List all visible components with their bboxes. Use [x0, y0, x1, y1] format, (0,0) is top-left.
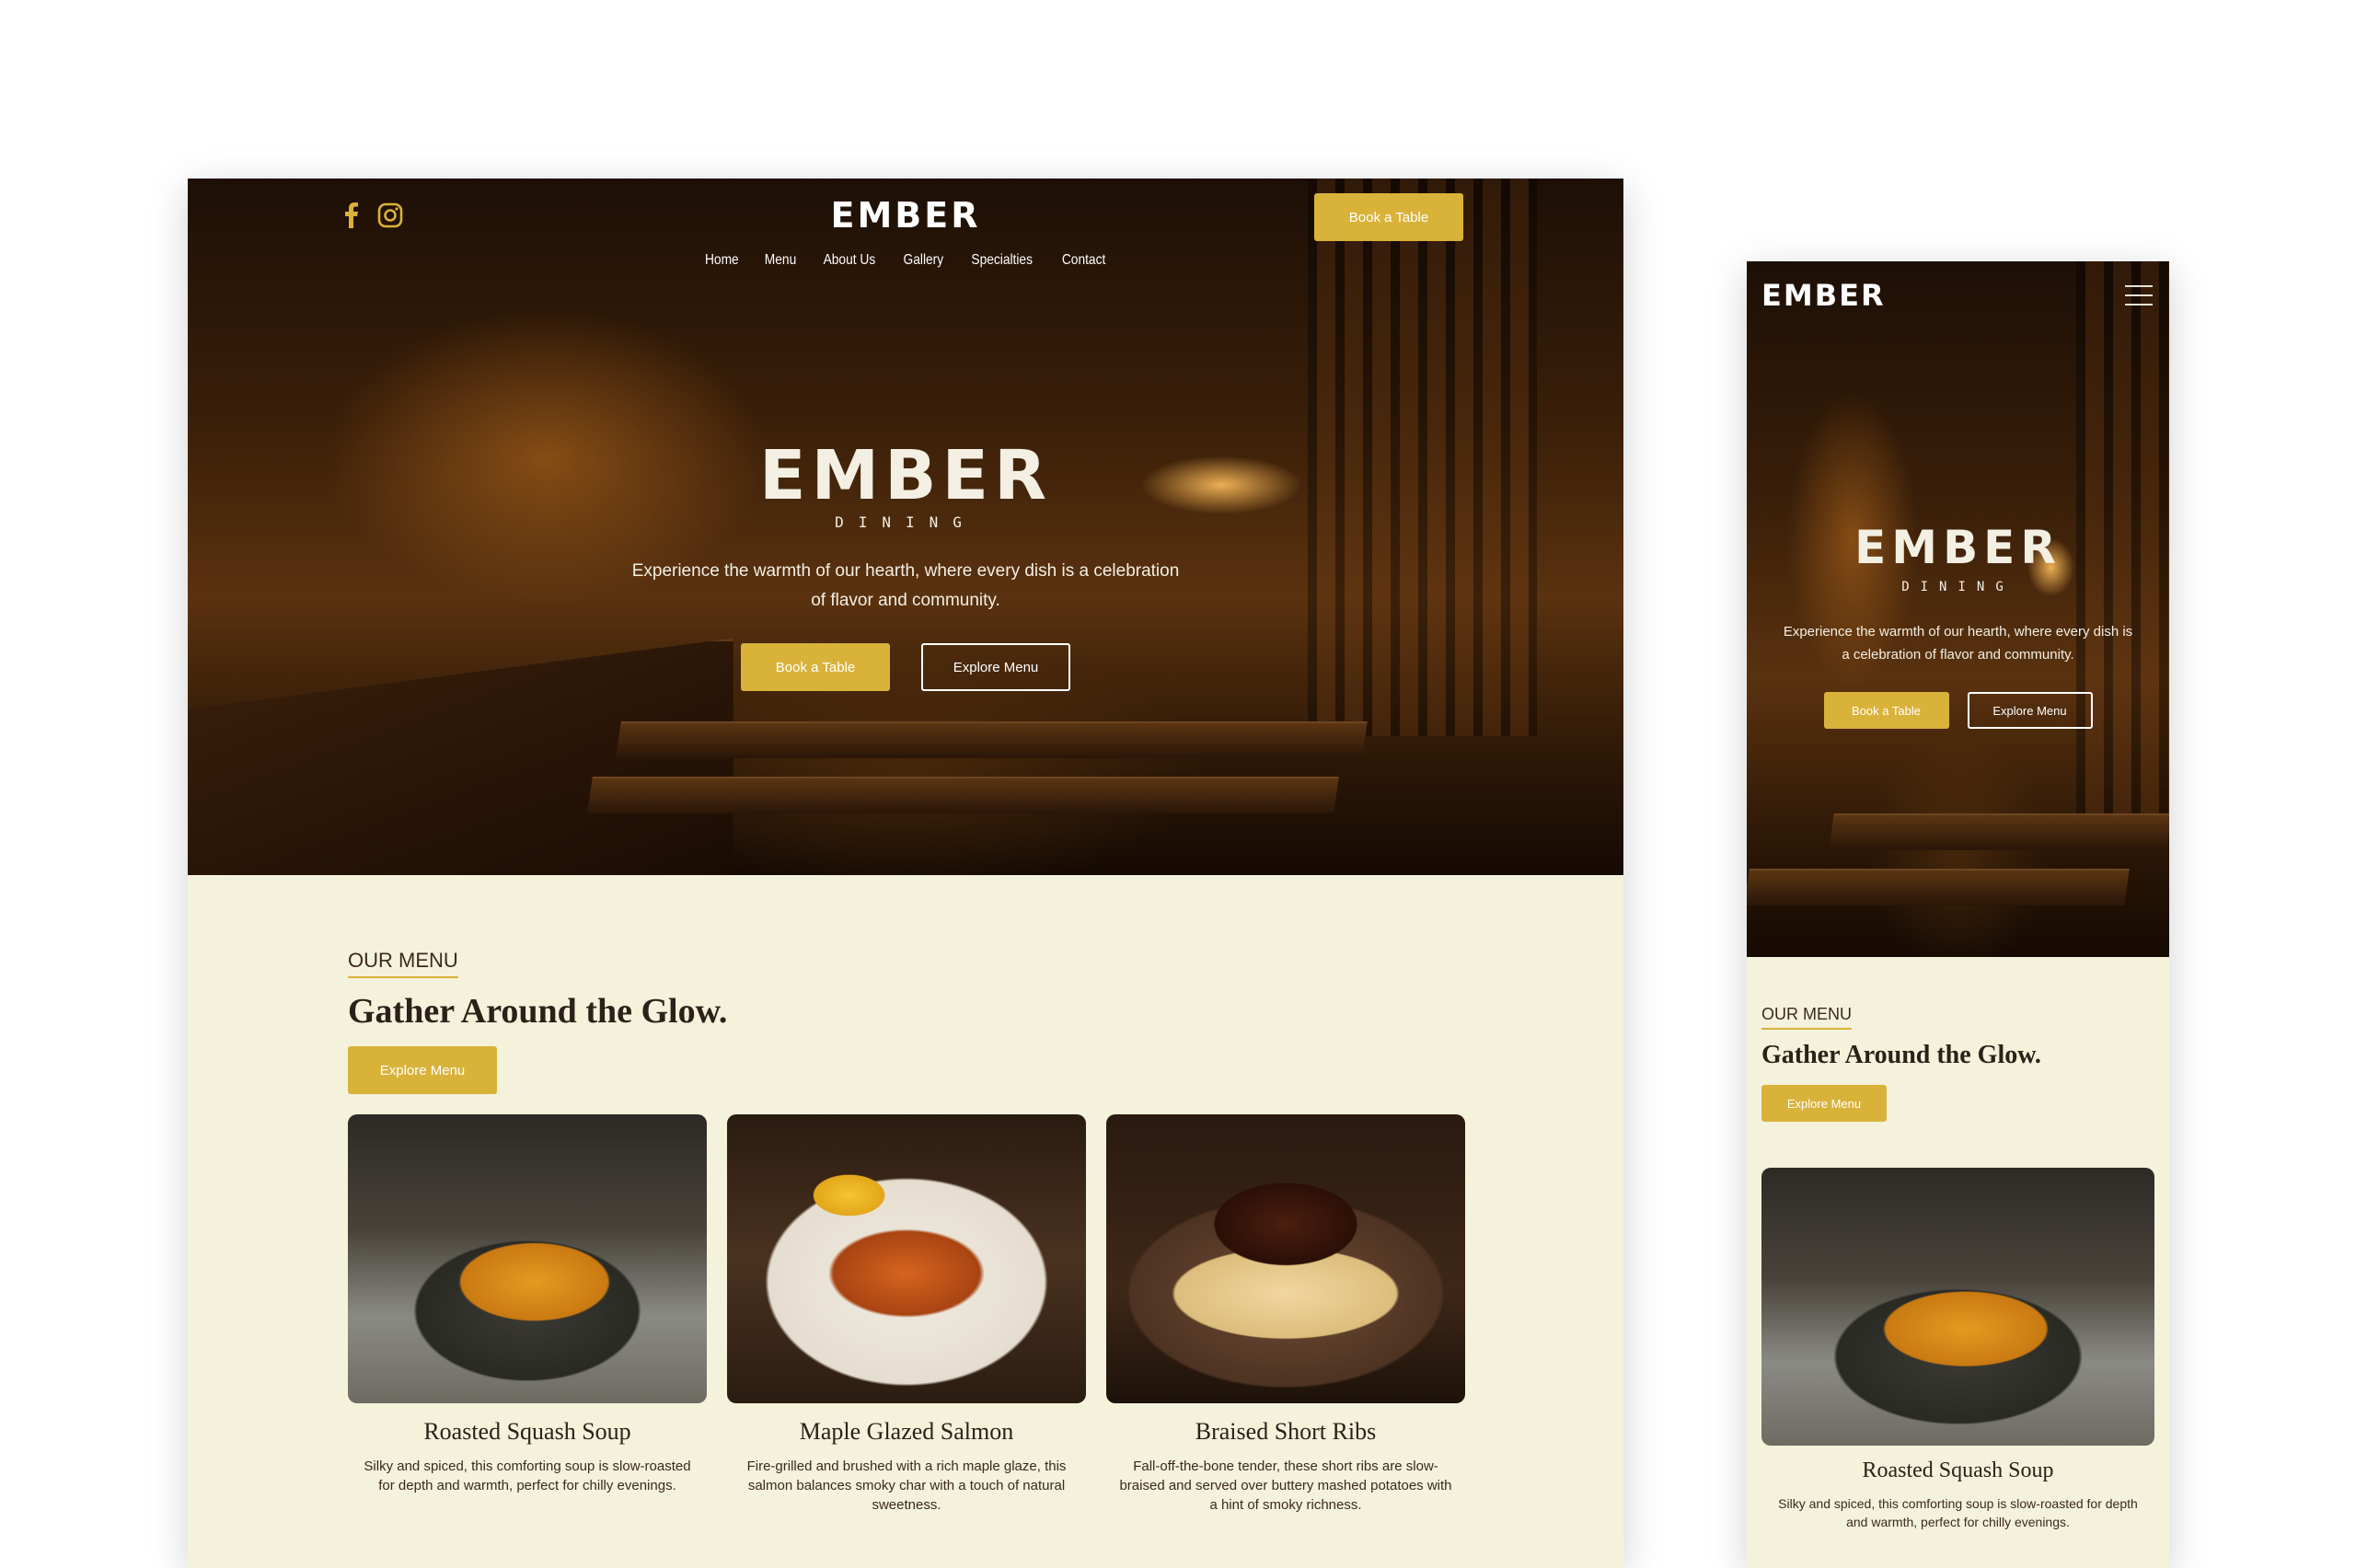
- menu-card-description: Silky and spiced, this comforting soup i…: [364, 1458, 691, 1493]
- mobile-hero-actions: Book a Table Explore Menu: [1747, 692, 2169, 729]
- menu-cards: Roasted Squash Soup Silky and spiced, th…: [348, 1114, 1623, 1515]
- hero-brand: EMBER: [758, 436, 1053, 515]
- table-decor: [1828, 813, 2169, 850]
- hero-actions: Book a Table Explore Menu: [188, 643, 1623, 691]
- menu-card[interactable]: Maple Glazed Salmon Fire-grilled and bru…: [727, 1114, 1086, 1515]
- mobile-explore-menu-button[interactable]: Explore Menu: [1967, 692, 2093, 729]
- main-nav: Home Menu About Us Gallery Specialties C…: [188, 252, 1623, 269]
- menu-card[interactable]: Braised Short Ribs Fall-off-the-bone ten…: [1106, 1114, 1465, 1515]
- mobile-menu-section: OUR MENU Gather Around the Glow. Explore…: [1747, 957, 2169, 1531]
- mobile-hero-section: EMBER EMBER DINING Experience the warmth…: [1747, 261, 2169, 957]
- menu-card[interactable]: Roasted Squash Soup Silky and spiced, th…: [348, 1114, 707, 1515]
- header-book-table-button[interactable]: Book a Table: [1314, 193, 1463, 241]
- menu-section: OUR MENU Gather Around the Glow. Explore…: [188, 875, 1623, 1515]
- hero-section: EMBER Home Menu About Us Gallery Special…: [188, 179, 1623, 875]
- mobile-section-explore-menu-button[interactable]: Explore Menu: [1761, 1085, 1887, 1122]
- mobile-mockup: EMBER EMBER DINING Experience the warmth…: [1747, 261, 2169, 1568]
- mobile-section-title: Gather Around the Glow.: [1761, 1041, 2041, 1069]
- table-decor: [616, 721, 1369, 758]
- mobile-hero-tagline: Experience the warmth of our hearth, whe…: [1783, 624, 2133, 663]
- menu-card-description: Silky and spiced, this comforting soup i…: [1778, 1496, 2138, 1529]
- nav-about-us[interactable]: About Us: [823, 252, 875, 269]
- hero-tagline: Experience the warmth of our hearth, whe…: [631, 561, 1180, 610]
- mobile-hero-brand-subtitle: DINING: [1901, 580, 2015, 594]
- menu-card-title: Roasted Squash Soup: [423, 1418, 631, 1445]
- desktop-mockup: EMBER Home Menu About Us Gallery Special…: [188, 179, 1623, 1568]
- nav-contact[interactable]: Contact: [1062, 252, 1105, 269]
- nav-specialties[interactable]: Specialties: [972, 252, 1034, 269]
- salmon-image: [727, 1114, 1086, 1403]
- menu-card-description: Fire-grilled and brushed with a rich map…: [746, 1458, 1067, 1513]
- nav-menu[interactable]: Menu: [765, 252, 796, 269]
- mobile-book-table-button[interactable]: Book a Table: [1823, 692, 1949, 729]
- hamburger-icon[interactable]: [2125, 285, 2153, 306]
- mobile-hero-content: EMBER DINING Experience the warmth of ou…: [1747, 525, 2169, 729]
- mobile-hero-brand: EMBER: [1854, 521, 2062, 574]
- table-decor: [586, 777, 1339, 813]
- hero-content: EMBER DINING Experience the warmth of ou…: [188, 442, 1623, 691]
- menu-card-title: Braised Short Ribs: [1195, 1418, 1377, 1445]
- section-eyebrow: OUR MENU: [348, 949, 458, 978]
- menu-card-description: Fall-off-the-bone tender, these short ri…: [1119, 1458, 1452, 1513]
- hero-book-table-button[interactable]: Book a Table: [741, 643, 890, 691]
- section-explore-menu-button[interactable]: Explore Menu: [348, 1046, 497, 1094]
- mobile-site-logo[interactable]: EMBER: [1761, 278, 1886, 313]
- menu-card[interactable]: Roasted Squash Soup Silky and spiced, th…: [1761, 1168, 2154, 1531]
- nav-gallery[interactable]: Gallery: [903, 252, 943, 269]
- nav-home[interactable]: Home: [705, 252, 739, 269]
- section-title: Gather Around the Glow.: [348, 992, 728, 1031]
- hero-explore-menu-button[interactable]: Explore Menu: [921, 643, 1070, 691]
- squash-soup-image: [1761, 1168, 2154, 1446]
- menu-card-title: Maple Glazed Salmon: [799, 1418, 1014, 1445]
- squash-soup-image: [348, 1114, 707, 1403]
- menu-card-title: Roasted Squash Soup: [1862, 1458, 2054, 1482]
- hero-brand-subtitle: DINING: [835, 513, 976, 531]
- mobile-section-eyebrow: OUR MENU: [1761, 1005, 1852, 1030]
- table-decor: [1747, 869, 2130, 905]
- short-ribs-image: [1106, 1114, 1465, 1403]
